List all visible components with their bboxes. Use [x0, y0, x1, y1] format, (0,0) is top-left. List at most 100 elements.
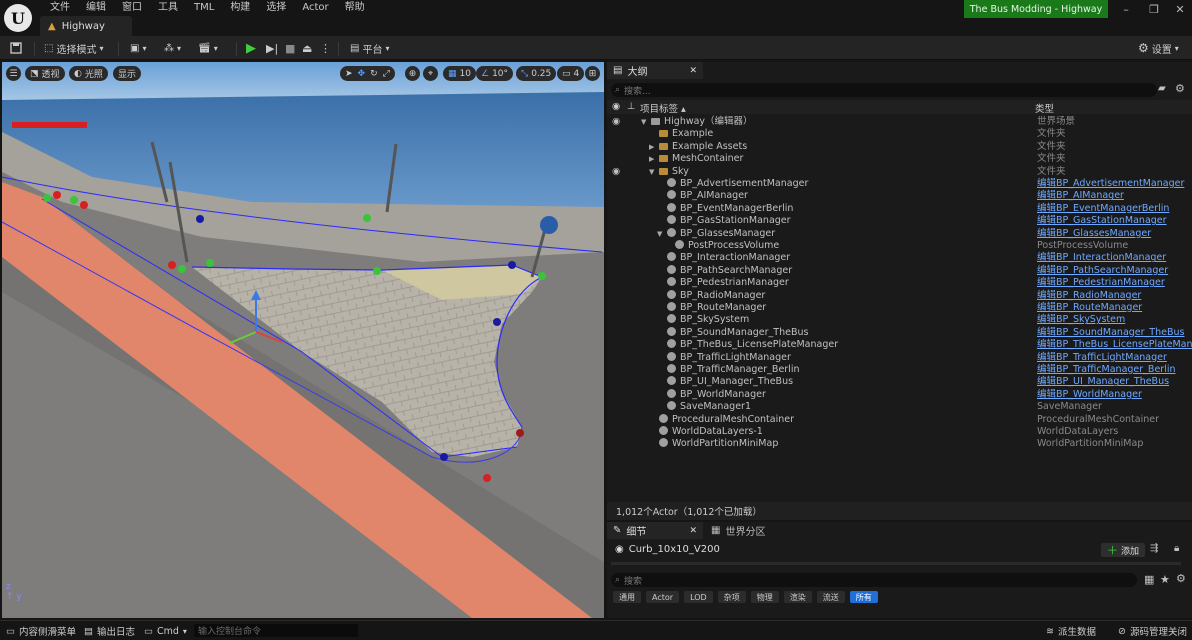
- viewport-menu-icon[interactable]: ☰: [6, 66, 21, 81]
- outliner-row[interactable]: WorldPartitionMiniMap WorldPartitionMiniM…: [607, 438, 1192, 450]
- camera-speed-button[interactable]: ▭ 4: [557, 66, 585, 81]
- outliner-row[interactable]: BP_GasStationManager 编辑BP_GasStationManag…: [607, 215, 1192, 227]
- outliner-row[interactable]: ▶ Example Assets 文件夹: [607, 141, 1192, 153]
- play-icon[interactable]: ▶: [246, 39, 256, 57]
- rotate-icon[interactable]: ↻: [370, 69, 378, 79]
- menu-item[interactable]: Actor: [294, 1, 336, 15]
- outliner-row[interactable]: BP_SoundManager_TheBus 编辑BP_SoundManager_…: [607, 326, 1192, 339]
- outliner-row[interactable]: BP_RadioManager 编辑BP_RadioManager: [607, 289, 1192, 302]
- menu-item[interactable]: 窗口: [114, 1, 150, 15]
- edit-blueprint-link[interactable]: 编辑BP_InteractionManager: [1037, 252, 1166, 264]
- details-search-input[interactable]: ⌕ 搜索: [611, 573, 1137, 587]
- outliner-row[interactable]: BP_SkySystem 编辑BP_SkySystem: [607, 314, 1192, 326]
- translate-icon[interactable]: ✥: [358, 69, 366, 79]
- cmd-dropdown[interactable]: ▭ Cmd ▾: [144, 624, 187, 638]
- edit-blueprint-link[interactable]: 编辑BP_TrafficLightManager: [1037, 352, 1167, 364]
- cinematics-button[interactable]: 🎬︎ ▾: [198, 39, 218, 57]
- outliner-row[interactable]: BP_AdvertisementManager 编辑BP_Advertisemen…: [607, 178, 1192, 190]
- blueprint-button[interactable]: ⁂ ▾: [164, 39, 181, 57]
- outliner-row[interactable]: SaveManager1 SaveManager: [607, 401, 1192, 413]
- edit-blueprint-link[interactable]: 编辑BP_GlassesManager: [1037, 228, 1151, 240]
- property-matrix-icon[interactable]: ▦: [1144, 573, 1154, 586]
- outliner-row[interactable]: ▼ BP_GlassesManager 编辑BP_GlassesManager: [607, 227, 1192, 240]
- outliner-row[interactable]: BP_PathSearchManager 编辑BP_PathSearchManag…: [607, 264, 1192, 277]
- maximize-icon[interactable]: ❐: [1140, 0, 1168, 18]
- filter-tab[interactable]: 渲染: [783, 591, 812, 603]
- outliner-row[interactable]: Example 文件夹: [607, 128, 1192, 140]
- visibility-eye-icon[interactable]: ◉: [612, 101, 620, 112]
- edit-blueprint-link[interactable]: 编辑BP_SoundManager_TheBus: [1037, 327, 1184, 339]
- expand-down-icon[interactable]: ▼: [641, 116, 646, 128]
- settings-button[interactable]: ⚙ 设置 ▾: [1138, 39, 1179, 57]
- outliner-row[interactable]: BP_WorldManager 编辑BP_WorldManager: [607, 388, 1192, 401]
- derived-data-button[interactable]: ≋ 派生数据: [1046, 624, 1096, 639]
- select-mode-dropdown[interactable]: ⬚ 选择模式 ▾: [44, 39, 103, 57]
- blueprint-convert-icon[interactable]: ⇶: [1150, 543, 1158, 554]
- details-settings-gear-icon[interactable]: ⚙: [1176, 572, 1186, 585]
- outliner-row[interactable]: BP_EventManagerBerlin 编辑BP_EventManagerBe…: [607, 202, 1192, 215]
- console-command-input[interactable]: 输入控制台命令: [194, 624, 358, 637]
- expand-down-icon[interactable]: ▼: [649, 166, 654, 178]
- expand-right-icon[interactable]: ▶: [649, 153, 654, 165]
- edit-blueprint-link[interactable]: 编辑BP_TheBus_LicensePlateManager: [1037, 339, 1192, 351]
- add-content-button[interactable]: ▣ ▾: [130, 39, 146, 57]
- item-label-column[interactable]: 项目标签 ▴: [640, 101, 686, 115]
- filter-tab[interactable]: LOD: [684, 591, 713, 603]
- world-space-icon[interactable]: ⊕: [405, 66, 420, 81]
- close-tab-icon[interactable]: ✕: [689, 66, 697, 76]
- expand-down-icon[interactable]: ▼: [657, 228, 662, 240]
- outliner-row[interactable]: ◉ ▼ Highway（编辑器） 世界场景: [607, 116, 1192, 128]
- eject-icon[interactable]: ⏏: [302, 39, 312, 57]
- edit-blueprint-link[interactable]: 编辑BP_SkySystem: [1037, 314, 1125, 326]
- outliner-search-input[interactable]: ⌕ 搜索...: [611, 83, 1157, 97]
- viewport-layout-icon[interactable]: ⊞: [585, 66, 600, 81]
- more-options-icon[interactable]: ⋮: [320, 39, 331, 57]
- pin-icon[interactable]: ⊥: [627, 101, 635, 112]
- menu-item[interactable]: 构建: [222, 1, 258, 15]
- filter-tab[interactable]: Actor: [646, 591, 680, 603]
- filter-tab[interactable]: 所有: [849, 591, 878, 603]
- edit-blueprint-link[interactable]: 编辑BP_UI_Manager_TheBus: [1037, 376, 1169, 388]
- outliner-tab[interactable]: ▤ 大纲 ✕: [607, 62, 703, 79]
- edit-blueprint-link[interactable]: 编辑BP_PathSearchManager: [1037, 265, 1168, 277]
- edit-blueprint-link[interactable]: 编辑BP_EventManagerBerlin: [1037, 203, 1169, 215]
- show-button[interactable]: 显示: [113, 66, 142, 81]
- outliner-row[interactable]: BP_InteractionManager 编辑BP_InteractionMan…: [607, 252, 1192, 264]
- edit-blueprint-link[interactable]: 编辑BP_PedestrianManager: [1037, 277, 1165, 289]
- content-drawer-button[interactable]: ▭ 内容侧滑菜单: [6, 624, 76, 639]
- edit-blueprint-link[interactable]: 编辑BP_TrafficManager_Berlin: [1037, 364, 1176, 376]
- outliner-row[interactable]: BP_AIManager 编辑BP_AIManager: [607, 190, 1192, 202]
- menu-item[interactable]: TML: [186, 1, 222, 15]
- lock-icon[interactable]: 🔒︎: [1174, 543, 1179, 554]
- edit-blueprint-link[interactable]: 编辑BP_RadioManager: [1037, 290, 1141, 302]
- outliner-row[interactable]: BP_TrafficLightManager 编辑BP_TrafficLightM…: [607, 351, 1192, 364]
- outliner-row[interactable]: BP_TrafficManager_Berlin 编辑BP_TrafficMana…: [607, 364, 1192, 376]
- close-window-icon[interactable]: ✕: [1166, 0, 1192, 18]
- menu-item[interactable]: 编辑: [78, 1, 114, 15]
- outliner-row[interactable]: ▶ MeshContainer 文件夹: [607, 153, 1192, 165]
- step-forward-icon[interactable]: ▶|: [266, 39, 278, 57]
- filter-tab[interactable]: 通用: [613, 591, 641, 603]
- document-tab-highway[interactable]: ▲ Highway: [40, 16, 132, 36]
- visibility-eye-icon[interactable]: ◉: [612, 116, 620, 128]
- menu-item[interactable]: 选择: [258, 1, 294, 15]
- filter-tab[interactable]: 物理: [750, 591, 779, 603]
- expand-right-icon[interactable]: ▶: [649, 141, 654, 153]
- outliner-row[interactable]: ◉ ▼ Sky 文件夹: [607, 166, 1192, 178]
- source-control-button[interactable]: ⊘ 源码管理关闭: [1118, 624, 1187, 639]
- filter-tab[interactable]: 杂项: [717, 591, 746, 603]
- add-component-button[interactable]: ＋ 添加: [1101, 543, 1145, 557]
- outliner-row[interactable]: WorldDataLayers-1 WorldDataLayers: [607, 426, 1192, 438]
- stop-icon[interactable]: ■: [285, 39, 295, 57]
- outliner-row[interactable]: PostProcessVolume PostProcessVolume: [607, 240, 1192, 252]
- menu-item[interactable]: 文件: [42, 1, 78, 15]
- edit-blueprint-link[interactable]: 编辑BP_AdvertisementManager: [1037, 178, 1184, 190]
- folder-add-icon[interactable]: ▰: [1158, 83, 1166, 94]
- select-cursor-icon[interactable]: ➤: [345, 69, 353, 79]
- edit-blueprint-link[interactable]: 编辑BP_GasStationManager: [1037, 215, 1167, 227]
- outliner-row[interactable]: ProceduralMeshContainer ProceduralMeshCon…: [607, 413, 1192, 426]
- outliner-row[interactable]: BP_UI_Manager_TheBus 编辑BP_UI_Manager_TheB…: [607, 376, 1192, 388]
- lit-button[interactable]: ◐ 光照: [69, 66, 108, 81]
- unreal-logo-icon[interactable]: U: [4, 4, 32, 32]
- outliner-row[interactable]: BP_PedestrianManager 编辑BP_PedestrianManag…: [607, 277, 1192, 289]
